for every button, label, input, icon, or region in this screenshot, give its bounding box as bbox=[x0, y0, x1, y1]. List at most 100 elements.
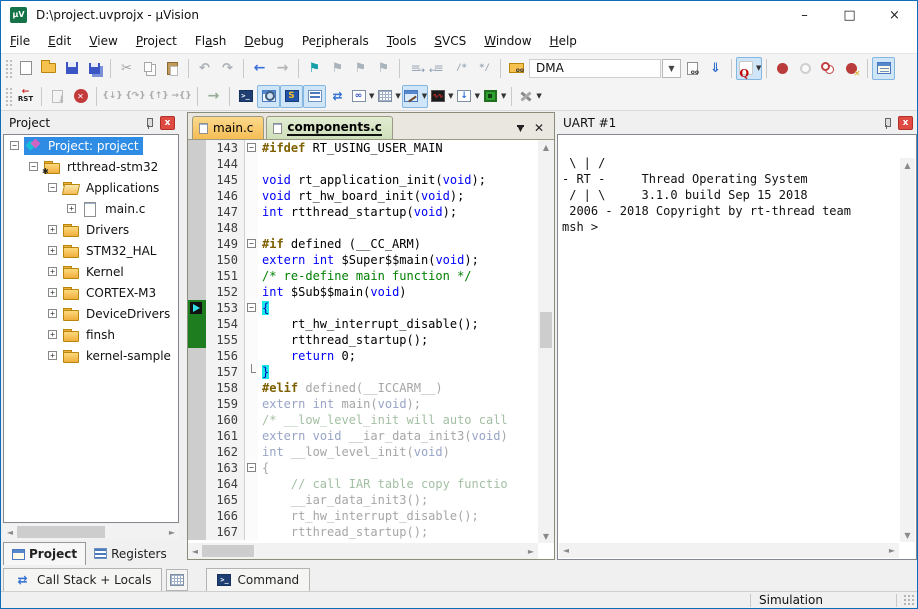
system-viewer-dropdown-icon[interactable]: ▼ bbox=[501, 92, 506, 100]
menu-view[interactable]: View bbox=[80, 30, 126, 52]
sidebar-item-kernel-sample[interactable]: +kernel-sample bbox=[4, 345, 178, 366]
tab-registers[interactable]: Registers bbox=[86, 542, 175, 565]
memory-window-button[interactable] bbox=[166, 569, 188, 591]
clear-bookmarks-button[interactable] bbox=[372, 57, 395, 80]
cut-button[interactable] bbox=[115, 57, 138, 80]
toolbar-grip[interactable] bbox=[4, 86, 12, 106]
tab-main-c[interactable]: main.c bbox=[192, 116, 264, 139]
tree-expander-icon[interactable]: + bbox=[48, 225, 57, 234]
toggle-bookmark-button[interactable] bbox=[303, 57, 326, 80]
redo-button[interactable] bbox=[216, 57, 239, 80]
watch-window-dropdown-icon[interactable]: ▼ bbox=[369, 92, 374, 100]
editor-margin[interactable] bbox=[188, 220, 206, 236]
maximize-button[interactable]: □ bbox=[827, 1, 872, 29]
step-out-button[interactable] bbox=[147, 85, 170, 108]
menu-window[interactable]: Window bbox=[475, 30, 540, 52]
minimize-button[interactable]: – bbox=[782, 1, 827, 29]
new-file-button[interactable] bbox=[14, 57, 37, 80]
registers-window-button[interactable] bbox=[303, 85, 326, 108]
uart-hscrollbar[interactable]: ◄ ► bbox=[559, 543, 899, 558]
editor-margin[interactable] bbox=[188, 252, 206, 268]
editor-margin[interactable] bbox=[188, 236, 206, 252]
unindent-button[interactable] bbox=[427, 57, 450, 80]
menu-debug[interactable]: Debug bbox=[235, 30, 292, 52]
editor-margin[interactable] bbox=[188, 476, 206, 492]
uart-vscrollbar[interactable]: ▲ ▼ bbox=[900, 158, 915, 542]
save-button[interactable] bbox=[60, 57, 83, 80]
editor-margin[interactable] bbox=[188, 156, 206, 172]
scroll-thumb[interactable] bbox=[202, 545, 254, 557]
project-window-button[interactable] bbox=[872, 57, 895, 80]
scroll-left-icon[interactable]: ◄ bbox=[188, 543, 202, 559]
paste-button[interactable] bbox=[161, 57, 184, 80]
tab-project[interactable]: Project bbox=[3, 542, 86, 565]
sidebar-item-cortex-m3[interactable]: +CORTEX-M3 bbox=[4, 282, 178, 303]
fold-collapse-icon[interactable]: − bbox=[247, 239, 256, 248]
fold-collapse-icon[interactable]: − bbox=[247, 143, 256, 152]
tab-components-c[interactable]: components.c bbox=[266, 116, 392, 139]
scroll-thumb[interactable] bbox=[540, 312, 552, 348]
sidebar-item-rtthread-stm32[interactable]: −✱rtthread-stm32 bbox=[4, 156, 178, 177]
menu-tools[interactable]: Tools bbox=[378, 30, 426, 52]
watch-window-button[interactable]: ▼ bbox=[349, 85, 375, 108]
tree-expander-icon[interactable]: − bbox=[29, 162, 38, 171]
sidebar-item-applications[interactable]: −Applications bbox=[4, 177, 178, 198]
project-tree[interactable]: −Project: project−✱rtthread-stm32−Applic… bbox=[3, 134, 179, 523]
sidebar-item-drivers[interactable]: +Drivers bbox=[4, 219, 178, 240]
incremental-find-button[interactable] bbox=[704, 57, 727, 80]
document-list-dropdown-icon[interactable]: ▼ bbox=[517, 125, 524, 132]
scroll-left-icon[interactable]: ◄ bbox=[3, 524, 17, 540]
scroll-down-icon[interactable]: ▼ bbox=[900, 528, 915, 542]
menu-file[interactable]: File bbox=[1, 30, 39, 52]
tree-expander-icon[interactable]: + bbox=[48, 309, 57, 318]
editor-margin[interactable] bbox=[188, 316, 206, 332]
run-to-cursor-button[interactable] bbox=[170, 85, 193, 108]
editor-vscrollbar[interactable]: ▲ ▼ bbox=[538, 140, 554, 543]
find-in-documents-button[interactable] bbox=[681, 57, 704, 80]
pin-icon[interactable] bbox=[142, 116, 156, 130]
serial-window-button[interactable]: ▼ bbox=[402, 85, 428, 108]
system-viewer-button[interactable]: ▼ bbox=[481, 85, 507, 108]
search-combo-dropdown[interactable]: ▼ bbox=[662, 59, 681, 78]
find-in-files-button[interactable] bbox=[505, 57, 528, 80]
editor-margin[interactable] bbox=[188, 332, 206, 348]
quick-find-button[interactable]: ▼ bbox=[736, 57, 762, 80]
step-over-button[interactable] bbox=[124, 85, 147, 108]
uart-panel-close-icon[interactable]: x bbox=[898, 116, 913, 130]
trace-window-dropdown-icon[interactable]: ▼ bbox=[475, 92, 480, 100]
project-panel-close-icon[interactable]: x bbox=[160, 116, 175, 130]
editor-margin[interactable] bbox=[188, 188, 206, 204]
navigate-back-button[interactable] bbox=[248, 57, 271, 80]
scroll-right-icon[interactable]: ► bbox=[524, 543, 538, 559]
tree-expander-icon[interactable]: + bbox=[48, 246, 57, 255]
editor-margin[interactable] bbox=[188, 284, 206, 300]
scroll-up-icon[interactable]: ▲ bbox=[538, 140, 554, 154]
uncomment-selection-button[interactable] bbox=[473, 57, 496, 80]
sidebar-item-kernel[interactable]: +Kernel bbox=[4, 261, 178, 282]
memory-window-dropdown-icon[interactable]: ▼ bbox=[395, 92, 400, 100]
analysis-window-dropdown-icon[interactable]: ▼ bbox=[448, 92, 453, 100]
navigate-forward-button[interactable] bbox=[271, 57, 294, 80]
reset-button[interactable] bbox=[14, 85, 37, 108]
menu-edit[interactable]: Edit bbox=[39, 30, 80, 52]
trace-window-button[interactable]: ▼ bbox=[455, 85, 481, 108]
editor-margin[interactable] bbox=[188, 172, 206, 188]
save-all-button[interactable] bbox=[83, 57, 106, 80]
editor-margin[interactable] bbox=[188, 140, 206, 156]
editor-margin[interactable] bbox=[188, 204, 206, 220]
step-button[interactable] bbox=[101, 85, 124, 108]
scroll-up-icon[interactable]: ▲ bbox=[900, 158, 915, 172]
fold-collapse-icon[interactable]: − bbox=[247, 463, 256, 472]
editor-margin[interactable] bbox=[188, 428, 206, 444]
run-button[interactable] bbox=[202, 85, 225, 108]
indent-button[interactable] bbox=[404, 57, 427, 80]
command-window-button[interactable] bbox=[234, 85, 257, 108]
scroll-right-icon[interactable]: ► bbox=[885, 543, 899, 558]
editor-margin[interactable] bbox=[188, 300, 206, 316]
stop-debug-button[interactable] bbox=[69, 85, 92, 108]
call-stack-window-button[interactable] bbox=[326, 85, 349, 108]
tree-expander-icon[interactable]: − bbox=[10, 141, 19, 150]
scroll-left-icon[interactable]: ◄ bbox=[559, 543, 573, 558]
quick-find-dropdown-icon[interactable]: ▼ bbox=[756, 64, 761, 72]
enable-disable-breakpoint-button[interactable] bbox=[794, 57, 817, 80]
